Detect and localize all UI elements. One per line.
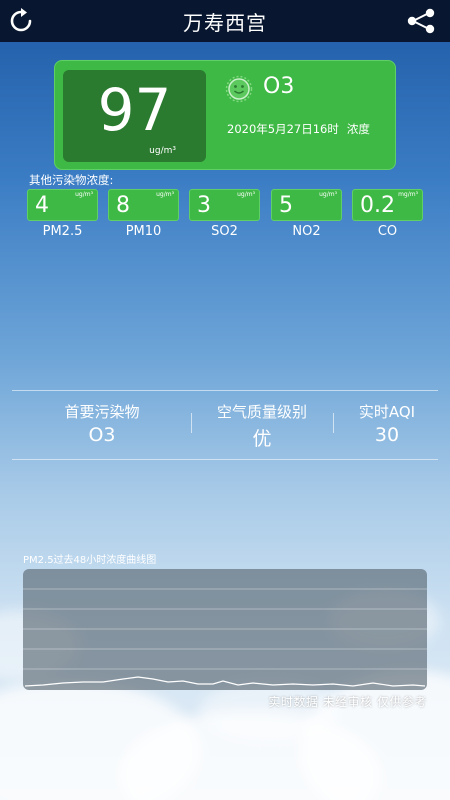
pollutant-value: 4 [35,193,49,218]
primary-pollutant-value: O3 [88,424,116,446]
pollutant-name: SO2 [211,224,238,239]
summary-divider [333,413,334,433]
aqi-value-box: 97 ug/m³ [63,70,206,162]
realtime-aqi-summary: 实时AQI 30 [342,401,432,446]
primary-pollutant-summary: 首要污染物 O3 [32,401,172,446]
pollutant-name: PM10 [125,224,162,239]
pollutant-name: CO [377,224,398,239]
timestamp: 2020年5月27日16时 [227,122,339,136]
primary-pollutant: O3 [263,74,295,99]
other-pollutants: 4 ug/m³ PM2.5 8 ug/m³ PM10 3 ug/m³ SO2 5 ug/… [27,189,423,241]
other-pollutants-label: 其他污染物浓度: [29,173,114,187]
pollutant-unit: ug/m³ [75,191,93,198]
refresh-icon[interactable] [8,8,34,34]
pollutant-unit: ug/m³ [319,191,337,198]
disclaimer: 实时数据 未经审核 仅供参考 [268,695,427,709]
air-quality-level-summary: 空气质量级别 优 [202,401,322,451]
concentration-label: 浓度 [346,122,370,136]
pollutant-pm25[interactable]: 4 ug/m³ PM2.5 [27,189,98,239]
primary-pollutant-label: 首要污染物 [64,403,140,421]
air-quality-level-label: 空气质量级别 [216,403,307,421]
summary-divider [191,413,192,433]
timestamp-row: 2020年5月27日16时 浓度 [227,121,370,137]
chart-plot [23,588,427,687]
pm25-48h-chart [23,569,427,690]
pollutant-name: PM2.5 [42,224,83,239]
pollutant-value: 3 [197,193,211,218]
pollutant-so2[interactable]: 3 ug/m³ SO2 [189,189,260,239]
pollutant-unit: ug/m³ [156,191,174,198]
pollutant-unit: mg/m³ [398,191,418,198]
realtime-aqi-value: 30 [374,424,400,446]
pollutant-unit: ug/m³ [237,191,255,198]
aqi-value: 97 [97,76,172,144]
pollutant-name: NO2 [292,224,321,239]
summary-band: 首要污染物 O3 空气质量级别 优 实时AQI 30 [12,390,438,460]
aqi-card: 97 ug/m³ O3 2020年5月27日16时 浓度 [54,60,396,170]
pollutant-co[interactable]: 0.2 mg/m³ CO [352,189,423,239]
aqi-unit: ug/m³ [149,146,176,156]
pollutant-pm10[interactable]: 8 ug/m³ PM10 [108,189,179,239]
chart-title: PM2.5过去48小时浓度曲线图 [23,555,157,566]
smile-face-icon [225,75,253,103]
top-bar: 万寿西宫 [0,0,450,42]
pollutant-value: 5 [279,193,293,218]
pm25-line [24,676,426,687]
share-icon[interactable] [406,8,436,34]
pollutant-value: 8 [116,193,130,218]
realtime-aqi-label: 实时AQI [358,403,416,421]
pollutant-no2[interactable]: 5 ug/m³ NO2 [271,189,342,239]
pollutant-value: 0.2 [360,193,395,218]
station-title: 万寿西宫 [183,10,267,35]
air-quality-level-value: 优 [252,428,272,450]
